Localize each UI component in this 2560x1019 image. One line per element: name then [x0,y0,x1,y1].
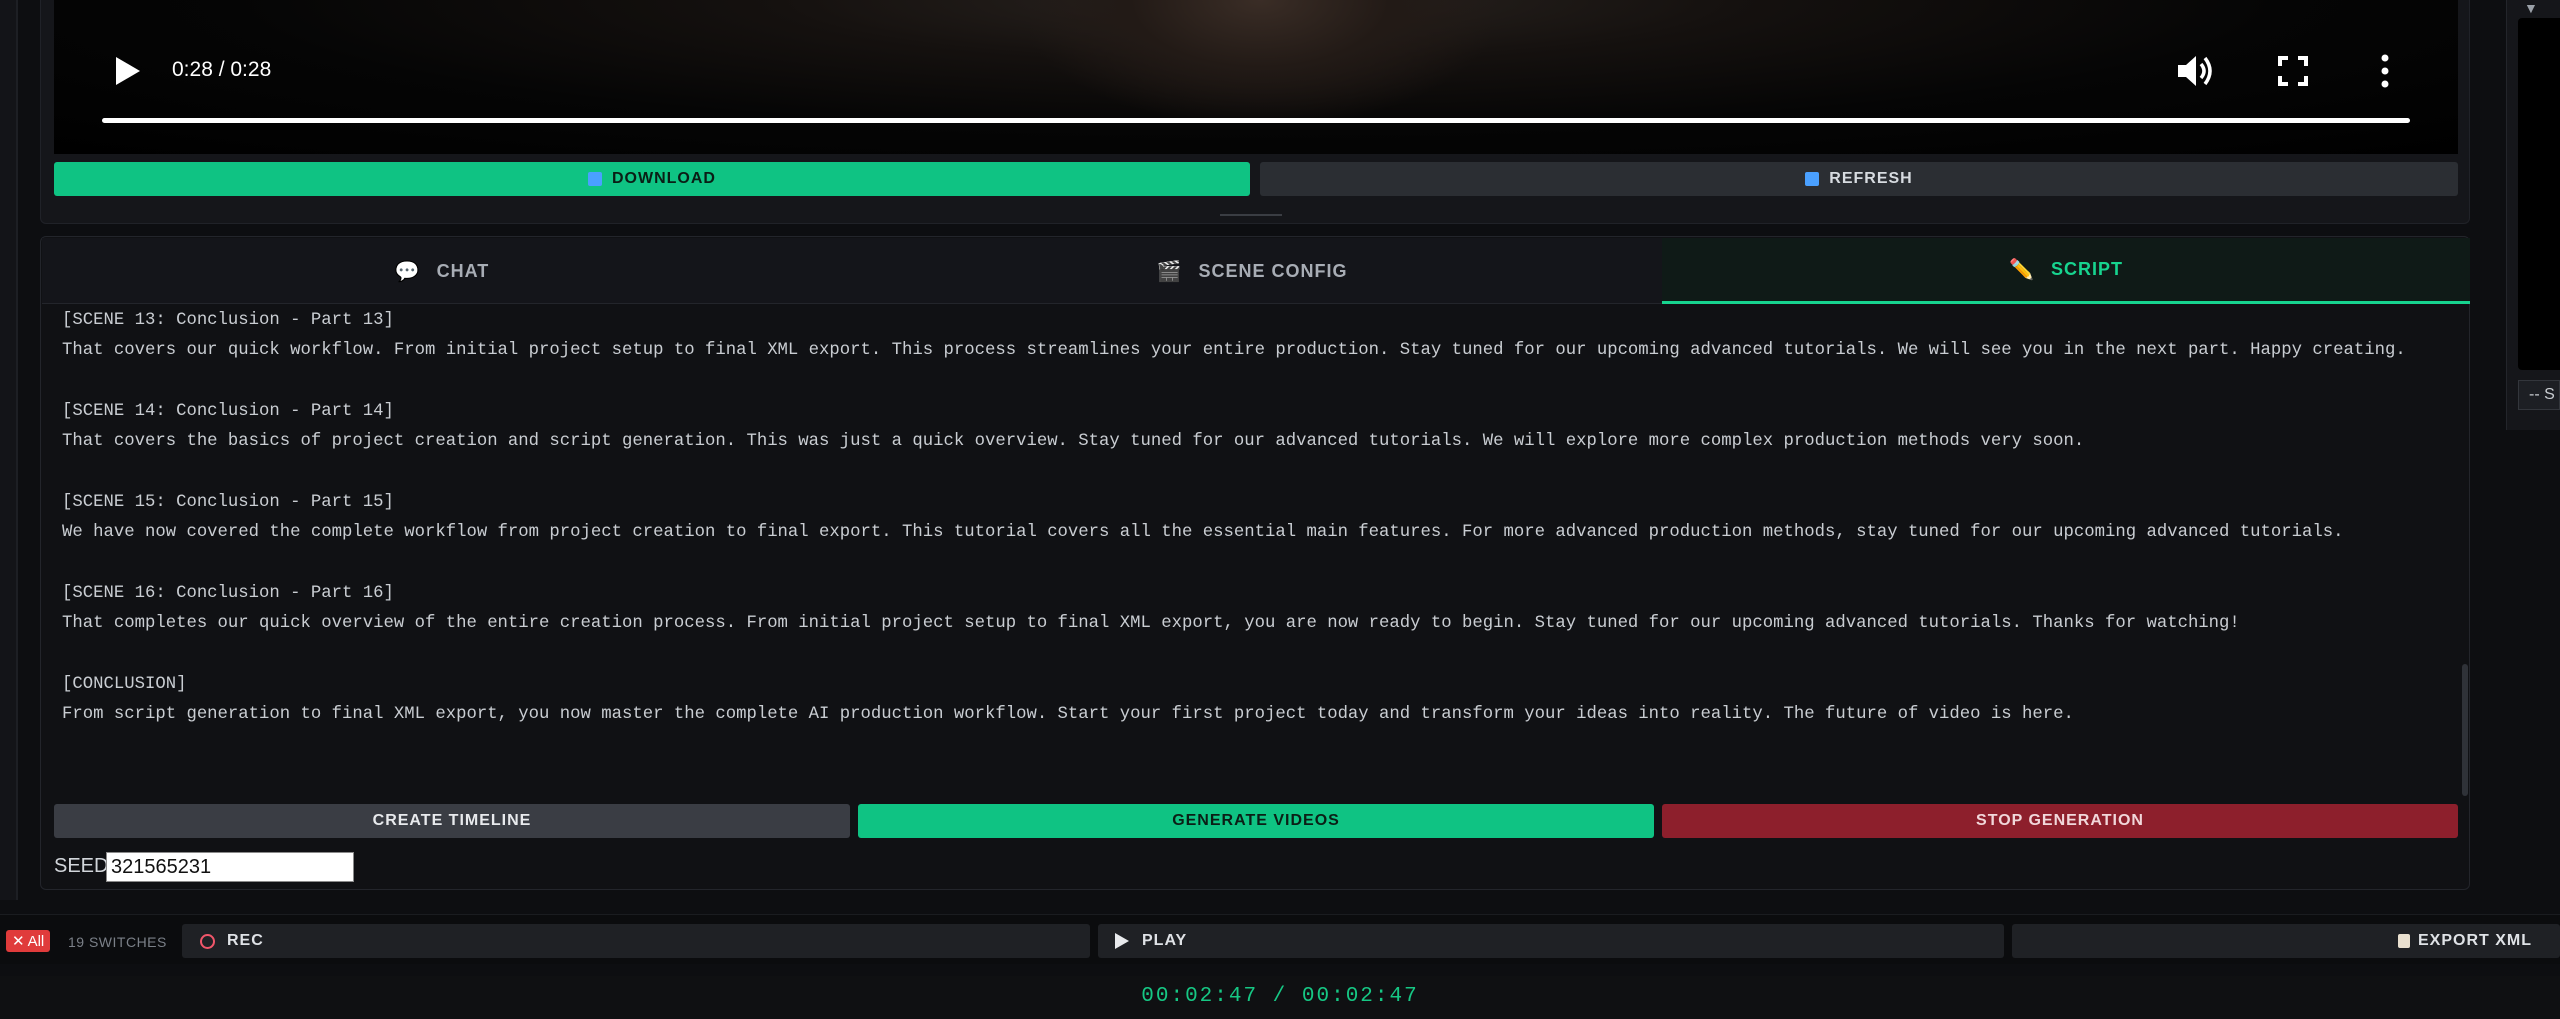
script-blank-line [62,548,2450,578]
volume-button[interactable] [2176,52,2216,90]
record-icon [200,933,215,949]
script-line: That covers our quick workflow. From ini… [62,341,2406,361]
more-vertical-icon [2381,54,2389,88]
video-play-button[interactable] [108,53,144,89]
refresh-button[interactable]: REFRESH [1260,162,2458,196]
script-blank-line [62,639,2450,669]
timecode-display: 00:02:47 / 00:02:47 [1141,985,1419,1008]
document-icon [2397,934,2410,948]
speech-bubble-icon: 💬 [394,260,421,283]
refresh-label: REFRESH [1829,170,1913,187]
video-frame [1030,0,1490,120]
script-scene-heading: [SCENE 16: Conclusion - Part 16] [62,583,394,603]
clapperboard-icon: 🎬 [1156,260,1183,283]
create-timeline-button[interactable]: CREATE TIMELINE [54,804,850,838]
video-player[interactable] [54,0,2458,154]
generate-videos-button[interactable]: GENERATE VIDEOS [858,804,1654,838]
script-blank-line [62,367,2450,397]
tab-label: CHAT [436,260,490,281]
tab-label: SCENE CONFIG [1198,260,1348,281]
side-select[interactable]: -- S [2518,380,2560,410]
play-icon [116,57,140,85]
export-xml-button[interactable]: EXPORT XML [2012,924,2560,958]
script-scene-heading: [SCENE 14: Conclusion - Part 14] [62,401,394,421]
script-scene-heading: [SCENE 15: Conclusion - Part 15] [62,492,394,512]
play-label: PLAY [1142,932,1188,949]
tab-label: SCRIPT [2050,259,2123,279]
tab-script[interactable]: ✏️ SCRIPT [1662,238,2470,304]
fullscreen-button[interactable] [2274,52,2312,90]
download-button[interactable]: DOWNLOAD [54,162,1250,196]
download-icon [588,172,602,186]
stop-generation-button[interactable]: STOP GENERATION [1662,804,2458,838]
download-label: DOWNLOAD [612,170,716,187]
script-line: That covers the basics of project creati… [62,432,2085,452]
play-icon [1115,933,1129,949]
script-line: From script generation to final XML expo… [62,704,2074,724]
chevron-down-icon[interactable]: ▼ [2524,0,2538,16]
play-button[interactable]: PLAY [1098,924,2004,958]
clear-all-button[interactable]: ✕ All [6,930,51,952]
video-more-button[interactable] [2370,52,2400,90]
script-textarea[interactable]: [SCENE 13: Conclusion - Part 13] That cov… [54,306,2458,796]
seed-label: SEED [54,855,109,877]
script-blank-line [62,457,2450,487]
seed-input[interactable] [106,852,354,882]
pencil-icon: ✏️ [2009,259,2035,281]
rec-button[interactable]: REC [182,924,1090,958]
fullscreen-icon [2278,56,2308,86]
close-icon: ✕ [12,933,25,950]
export-label: EXPORT XML [2417,932,2532,949]
panel-resize-handle[interactable] [1220,214,1282,218]
refresh-icon [1805,172,1820,186]
volume-icon [2178,56,2212,86]
tab-chat[interactable]: 💬 CHAT [42,238,842,304]
video-time: 0:28 / 0:28 [172,58,272,81]
script-line: That completes our quick overview of the… [62,613,2240,633]
video-progress-bar[interactable] [102,118,2410,123]
script-scene-heading: [SCENE 13: Conclusion - Part 13] [62,311,394,330]
switch-count: 19 SWITCHES [68,934,167,950]
all-label: All [27,932,45,950]
side-preview [2518,18,2560,370]
left-edge-divider [0,0,18,900]
script-scrollbar[interactable] [2462,664,2468,796]
tab-scene-config[interactable]: 🎬 SCENE CONFIG [842,238,1662,304]
script-line: We have now covered the complete workflo… [62,523,2344,543]
rec-label: REC [227,932,264,949]
script-scene-heading: [CONCLUSION] [62,674,187,694]
